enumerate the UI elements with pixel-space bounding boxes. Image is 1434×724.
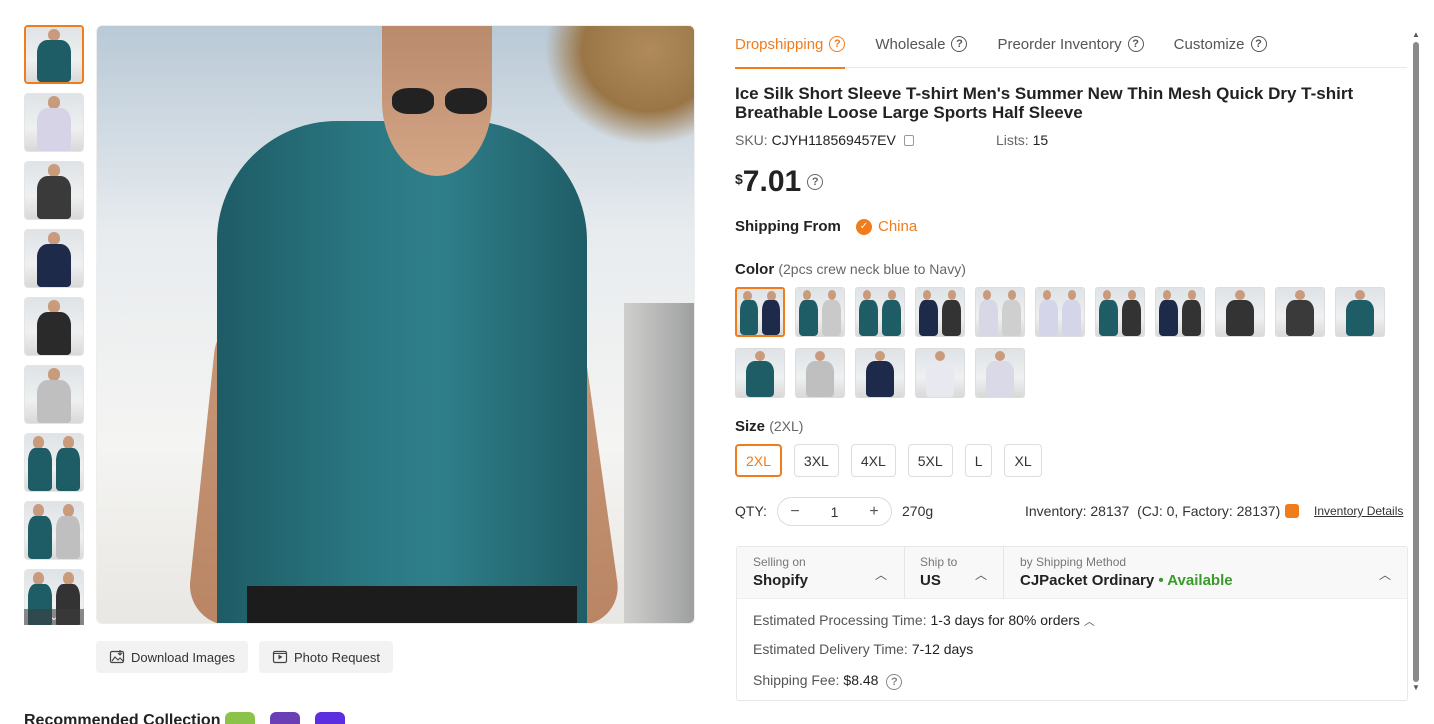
- processing-time: Estimated Processing Time: 1-3 days for 8…: [753, 612, 1095, 628]
- color-swatch[interactable]: [855, 287, 905, 337]
- color-swatch[interactable]: [975, 287, 1025, 337]
- shipping-selector-row: Selling on Shopify ︿ Ship to US ︿ by Shi…: [737, 547, 1407, 599]
- chevron-up-icon[interactable]: ︿: [1084, 616, 1095, 628]
- help-icon[interactable]: ?: [829, 36, 846, 52]
- color-swatch[interactable]: [795, 348, 845, 398]
- tab-customize[interactable]: Customize?: [1174, 20, 1267, 68]
- thumbnail-image[interactable]: [24, 25, 84, 84]
- product-weight: 270g: [902, 503, 934, 519]
- availability-status: • Available: [1158, 572, 1233, 589]
- shipping-from-country[interactable]: ✓ China: [856, 218, 917, 235]
- thumbnail-image[interactable]: [24, 93, 84, 152]
- thumbnail-strip: ⌄: [24, 25, 84, 625]
- purchase-mode-tabs: Dropshipping? Wholesale? Preorder Invent…: [735, 20, 1407, 69]
- chevron-down-icon[interactable]: ⌄: [24, 609, 84, 625]
- sunglasses: [392, 88, 487, 114]
- thumbnail-image[interactable]: [24, 161, 84, 220]
- chevron-up-icon[interactable]: ︿: [975, 566, 987, 583]
- collection-icon: [315, 712, 345, 724]
- color-swatch[interactable]: [1215, 287, 1265, 337]
- color-swatch[interactable]: [735, 287, 785, 337]
- size-option[interactable]: 4XL: [850, 444, 896, 477]
- recommended-collection-title: Recommended Collection: [24, 712, 221, 724]
- color-swatch[interactable]: [975, 348, 1025, 398]
- chevron-up-icon[interactable]: ︿: [875, 566, 887, 583]
- size-option[interactable]: L: [964, 444, 993, 477]
- color-swatch[interactable]: [1335, 287, 1385, 337]
- help-icon[interactable]: ?: [1127, 36, 1144, 52]
- color-swatch[interactable]: [1095, 287, 1145, 337]
- delivery-time: Estimated Delivery Time: 7-12 days: [753, 641, 974, 657]
- collection-icon: [270, 712, 300, 724]
- size-option[interactable]: 5XL: [907, 444, 953, 477]
- size-option[interactable]: 3XL: [793, 444, 839, 477]
- quantity-stepper: − 1 +: [777, 497, 892, 526]
- color-swatch[interactable]: [735, 348, 785, 398]
- download-image-icon: [109, 650, 125, 664]
- selling-on-selector[interactable]: Selling on Shopify: [753, 555, 808, 589]
- color-swatch[interactable]: [1275, 287, 1325, 337]
- copy-icon[interactable]: [903, 135, 914, 146]
- color-swatches: [735, 287, 1395, 398]
- scroll-up-icon: ▲: [1412, 30, 1420, 39]
- sku: SKU: CJYH118569457EV: [735, 132, 914, 148]
- quantity-input[interactable]: 1: [831, 504, 839, 520]
- tab-wholesale[interactable]: Wholesale?: [875, 20, 968, 68]
- thumbnail-image[interactable]: [24, 297, 84, 356]
- help-icon[interactable]: ?: [886, 674, 903, 690]
- download-images-button[interactable]: Download Images: [96, 641, 249, 673]
- shipping-panel: Selling on Shopify ︿ Ship to US ︿ by Shi…: [736, 546, 1408, 701]
- color-swatch[interactable]: [915, 348, 965, 398]
- ship-to-selector[interactable]: Ship to US: [920, 555, 957, 589]
- help-icon[interactable]: ?: [951, 36, 968, 52]
- help-icon[interactable]: ?: [1250, 36, 1267, 52]
- thumbnail-image[interactable]: [24, 501, 84, 560]
- check-icon: ✓: [856, 218, 872, 235]
- photo-video-icon: [272, 650, 288, 664]
- product-price: $ 7.01 ?: [735, 165, 824, 199]
- chevron-up-icon[interactable]: ︿: [1379, 566, 1391, 583]
- qty-label: QTY:: [735, 503, 767, 519]
- size-label: Size (2XL): [735, 418, 804, 435]
- inventory-details-link[interactable]: Inventory Details: [1314, 504, 1403, 518]
- size-options: 2XL 3XL 4XL 5XL L XL: [735, 444, 1042, 477]
- main-product-image[interactable]: [96, 25, 695, 624]
- size-option[interactable]: 2XL: [735, 444, 782, 477]
- photo-request-button[interactable]: Photo Request: [259, 641, 394, 673]
- increment-button[interactable]: +: [867, 503, 881, 521]
- product-title: Ice Silk Short Sleeve T-shirt Men's Summ…: [735, 84, 1354, 122]
- color-label: Color (2pcs crew neck blue to Navy): [735, 261, 966, 278]
- scrollbar[interactable]: ▲ ▼: [1412, 30, 1420, 692]
- warehouse-icon: [1285, 504, 1300, 518]
- inventory-info: Inventory: 28137 (CJ: 0, Factory: 28137): [1025, 503, 1300, 519]
- scrollbar-thumb: [1413, 42, 1419, 682]
- scroll-down-icon: ▼: [1412, 683, 1420, 692]
- lists-count: Lists: 15: [996, 132, 1049, 148]
- thumbnail-image[interactable]: [24, 229, 84, 288]
- size-option[interactable]: XL: [1004, 444, 1042, 477]
- thumbnail-image[interactable]: [24, 365, 84, 424]
- color-swatch[interactable]: [915, 287, 965, 337]
- color-swatch[interactable]: [1155, 287, 1205, 337]
- thumbnail-image[interactable]: [24, 433, 84, 492]
- shipping-fee: Shipping Fee: $8.48 ?: [753, 672, 903, 690]
- shipping-from-label: Shipping From: [735, 218, 841, 235]
- tab-preorder-inventory[interactable]: Preorder Inventory?: [997, 20, 1144, 68]
- color-swatch[interactable]: [1035, 287, 1085, 337]
- tab-dropshipping[interactable]: Dropshipping?: [735, 20, 846, 69]
- color-swatch[interactable]: [855, 348, 905, 398]
- collection-icon: [225, 712, 255, 724]
- color-swatch[interactable]: [795, 287, 845, 337]
- collection-icons: [225, 712, 345, 724]
- decrement-button[interactable]: −: [788, 503, 802, 521]
- price-help-icon[interactable]: ?: [807, 174, 824, 190]
- shipping-method-selector[interactable]: by Shipping Method CJPacket Ordinary • A…: [1020, 555, 1233, 589]
